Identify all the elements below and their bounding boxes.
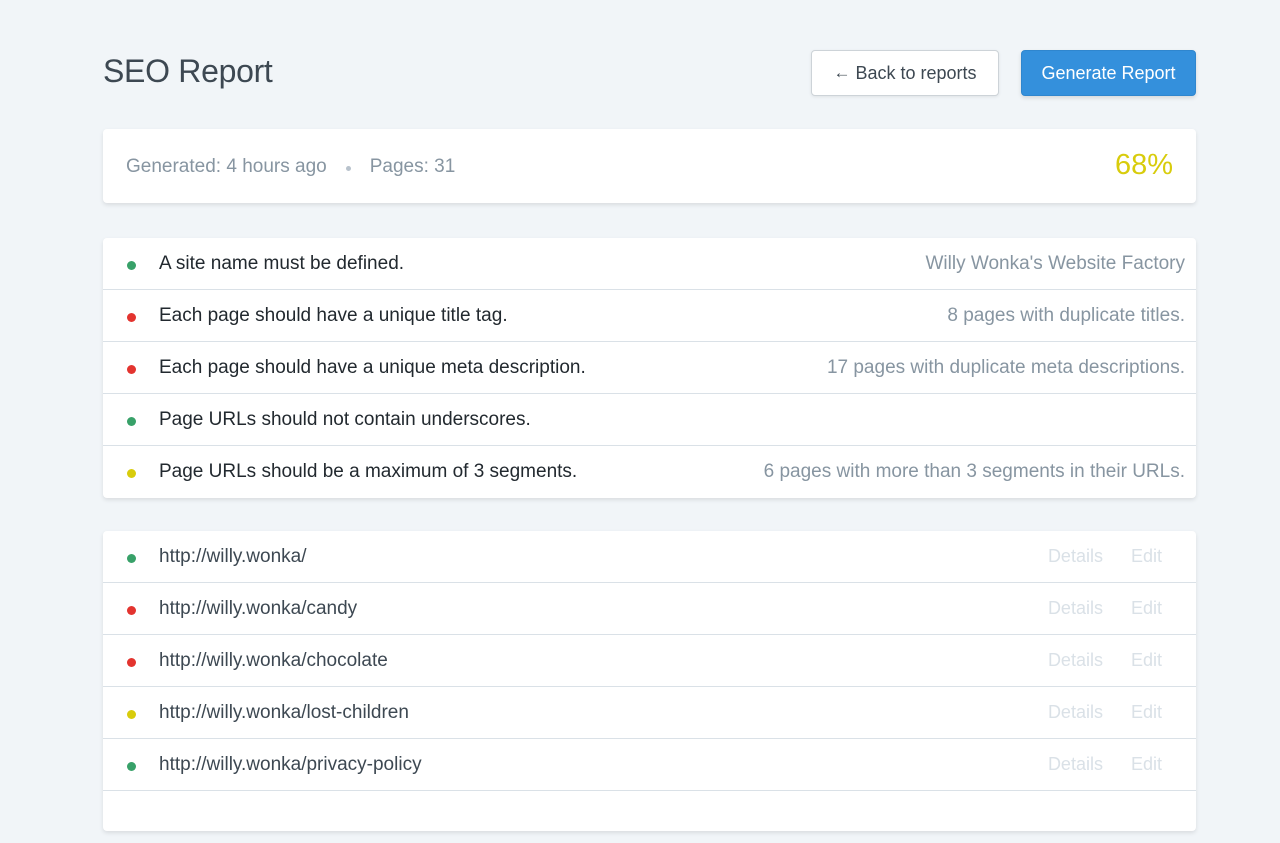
arrow-left-icon: ← xyxy=(833,63,851,82)
page-row: http://willy.wonka/candy Details Edit xyxy=(103,583,1196,635)
status-dot-icon xyxy=(127,710,136,719)
page-count: Pages: 31 xyxy=(369,156,456,177)
check-note: Willy Wonka's Website Factory xyxy=(925,252,1186,274)
page-row: http://willy.wonka/lost-children Details… xyxy=(103,687,1196,739)
check-row: Each page should have a unique meta desc… xyxy=(103,342,1196,394)
check-row: Each page should have a unique title tag… xyxy=(103,290,1196,342)
page-url: http://willy.wonka/privacy-policy xyxy=(159,753,422,775)
page-url: http://willy.wonka/lost-children xyxy=(159,701,409,723)
edit-link[interactable]: Edit xyxy=(1131,650,1162,671)
check-label: Each page should have a unique title tag… xyxy=(159,304,508,326)
status-dot-icon xyxy=(127,365,136,374)
status-dot-icon xyxy=(127,417,136,426)
status-dot-icon xyxy=(127,469,136,478)
seo-report-page: SEO Report ← Back to reports Generate Re… xyxy=(103,0,1196,831)
details-link[interactable]: Details xyxy=(1048,650,1103,671)
page-row: http://willy.wonka/ Details Edit xyxy=(103,531,1196,583)
page-actions: Details Edit xyxy=(1048,754,1162,775)
status-dot-icon xyxy=(127,554,136,563)
checks-list: A site name must be defined. Willy Wonka… xyxy=(103,238,1196,498)
check-note: 6 pages with more than 3 segments in the… xyxy=(763,461,1185,482)
edit-link[interactable]: Edit xyxy=(1131,702,1162,723)
page-row-partial xyxy=(103,791,1196,843)
details-link[interactable]: Details xyxy=(1048,598,1103,619)
edit-link[interactable]: Edit xyxy=(1131,598,1162,619)
page-url: http://willy.wonka/candy xyxy=(159,597,358,619)
details-link[interactable]: Details xyxy=(1048,702,1103,723)
generated-time: Generated: 4 hours ago xyxy=(126,156,327,177)
check-label: Each page should have a unique meta desc… xyxy=(159,356,586,378)
edit-link[interactable]: Edit xyxy=(1131,754,1162,775)
report-summary-card: Generated: 4 hours ago Pages: 31 68% xyxy=(103,129,1196,203)
details-link[interactable]: Details xyxy=(1048,754,1103,775)
page-row: http://willy.wonka/chocolate Details Edi… xyxy=(103,635,1196,687)
check-note: 8 pages with duplicate titles. xyxy=(947,304,1185,326)
page-actions: Details Edit xyxy=(1048,546,1162,567)
back-to-reports-label: Back to reports xyxy=(855,62,977,83)
status-dot-icon xyxy=(127,261,136,270)
check-label: A site name must be defined. xyxy=(159,252,405,274)
back-to-reports-button[interactable]: ← Back to reports xyxy=(811,50,999,96)
report-meta: Generated: 4 hours ago Pages: 31 xyxy=(126,156,455,178)
page-url: http://willy.wonka/ xyxy=(159,545,307,567)
check-label: Page URLs should not contain underscores… xyxy=(159,408,531,430)
status-dot-icon xyxy=(127,606,136,615)
generate-report-button[interactable]: Generate Report xyxy=(1021,50,1196,96)
check-row: Page URLs should not contain underscores… xyxy=(103,394,1196,446)
check-label: Page URLs should be a maximum of 3 segme… xyxy=(159,461,578,482)
separator-dot-icon xyxy=(345,165,351,171)
status-dot-icon xyxy=(127,658,136,667)
seo-score: 68% xyxy=(1114,149,1173,181)
page-url: http://willy.wonka/chocolate xyxy=(159,649,388,671)
check-row: Page URLs should be a maximum of 3 segme… xyxy=(103,446,1196,498)
status-dot-icon xyxy=(127,762,136,771)
page-header: SEO Report ← Back to reports Generate Re… xyxy=(103,0,1196,128)
pages-list: http://willy.wonka/ Details Edit http://… xyxy=(103,531,1196,831)
status-dot-icon xyxy=(127,313,136,322)
page-actions: Details Edit xyxy=(1048,598,1162,619)
page-title: SEO Report xyxy=(103,53,273,89)
check-row: A site name must be defined. Willy Wonka… xyxy=(103,238,1196,290)
page-actions: Details Edit xyxy=(1048,650,1162,671)
page-actions: Details Edit xyxy=(1048,702,1162,723)
edit-link[interactable]: Edit xyxy=(1131,546,1162,567)
details-link[interactable]: Details xyxy=(1048,546,1103,567)
check-note: 17 pages with duplicate meta description… xyxy=(826,356,1185,378)
page-row: http://willy.wonka/privacy-policy Detail… xyxy=(103,739,1196,791)
